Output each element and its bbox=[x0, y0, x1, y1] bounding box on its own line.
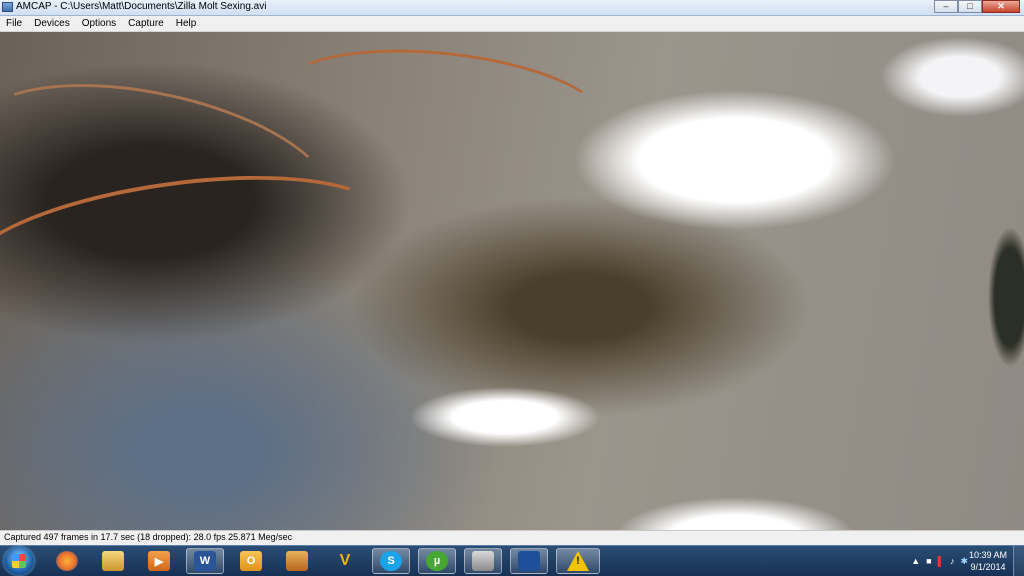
taskbar-warning-app[interactable]: ! bbox=[556, 548, 600, 574]
show-desktop-button[interactable] bbox=[1013, 546, 1024, 576]
clock-time: 10:39 AM bbox=[968, 550, 1008, 560]
vectorworks-icon: V bbox=[339, 552, 351, 569]
network-icon[interactable]: ▌ bbox=[938, 556, 944, 566]
word-icon: W bbox=[194, 551, 216, 571]
menu-options[interactable]: Options bbox=[76, 16, 122, 31]
video-preview bbox=[0, 32, 1024, 530]
show-hidden-icons-icon[interactable]: ▲ bbox=[911, 556, 920, 566]
minimize-button[interactable]: – bbox=[934, 0, 958, 13]
start-button[interactable] bbox=[4, 547, 34, 575]
volume-icon[interactable]: ♪ bbox=[950, 556, 955, 566]
molt-edge bbox=[275, 35, 611, 175]
file-explorer-icon bbox=[102, 551, 124, 571]
taskbar-amcap[interactable] bbox=[464, 548, 502, 574]
tray-device-icon[interactable]: ■ bbox=[926, 556, 931, 566]
taskbar-word[interactable]: W bbox=[186, 548, 224, 574]
close-button[interactable]: ✕ bbox=[982, 0, 1020, 13]
taskbar-firefox[interactable] bbox=[48, 548, 86, 574]
system-tray: ▲ ■ ▌ ♪ ✱ bbox=[911, 546, 968, 576]
clock[interactable]: 10:39 AM 9/1/2014 bbox=[966, 549, 1010, 573]
windows-logo-icon bbox=[12, 554, 26, 568]
outlook-icon: O bbox=[240, 551, 262, 571]
status-bar: Captured 497 frames in 17.7 sec (18 drop… bbox=[0, 530, 1024, 545]
menu-file[interactable]: File bbox=[0, 16, 28, 31]
window-controls: – □ ✕ bbox=[934, 0, 1020, 13]
menu-help[interactable]: Help bbox=[170, 16, 203, 31]
taskbar-outlook[interactable]: O bbox=[232, 548, 270, 574]
media-player-icon: ▶ bbox=[148, 551, 170, 571]
taskbar-media-player[interactable]: ▶ bbox=[140, 548, 178, 574]
taskbar-photo-viewer[interactable] bbox=[278, 548, 316, 574]
clock-date: 9/1/2014 bbox=[970, 562, 1006, 572]
taskbar-vectorworks[interactable]: V bbox=[326, 548, 364, 574]
weather-channel-icon bbox=[518, 551, 540, 571]
menu-devices[interactable]: Devices bbox=[28, 16, 76, 31]
maximize-button[interactable]: □ bbox=[958, 0, 982, 13]
skype-icon: S bbox=[380, 551, 402, 571]
taskbar-skype[interactable]: S bbox=[372, 548, 410, 574]
utorrent-icon: µ bbox=[426, 551, 448, 571]
amcap-icon bbox=[472, 551, 494, 571]
capture-status: Captured 497 frames in 17.7 sec (18 drop… bbox=[4, 532, 293, 542]
warning-app-icon: ! bbox=[567, 551, 589, 571]
amcap-app-icon[interactable] bbox=[2, 2, 13, 12]
photo-viewer-icon bbox=[286, 551, 308, 571]
firefox-icon bbox=[56, 551, 78, 571]
taskbar-weather-channel[interactable] bbox=[510, 548, 548, 574]
taskbar-file-explorer[interactable] bbox=[94, 548, 132, 574]
taskbar-utorrent[interactable]: µ bbox=[418, 548, 456, 574]
taskbar: ▶ W O V S µ ! ▲ ■ ▌ ♪ ✱ 10:39 AM 9/1/201… bbox=[0, 545, 1024, 576]
window-title: AMCAP - C:\Users\Matt\Documents\Zilla Mo… bbox=[16, 1, 267, 12]
menu-capture[interactable]: Capture bbox=[122, 16, 170, 31]
menu-bar: File Devices Options Capture Help bbox=[0, 16, 1024, 32]
title-bar: AMCAP - C:\Users\Matt\Documents\Zilla Mo… bbox=[0, 0, 1024, 16]
